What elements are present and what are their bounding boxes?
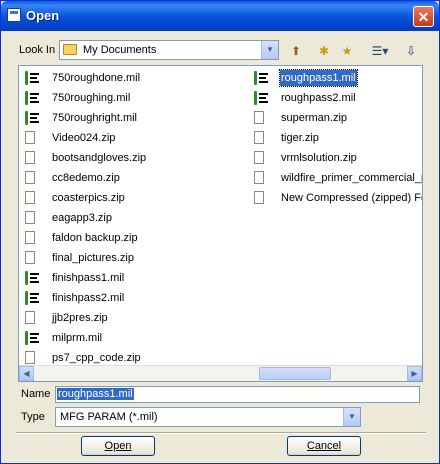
mil-file-icon — [22, 91, 40, 105]
file-name: jjb2pres.zip — [52, 312, 108, 324]
zip-file-icon — [22, 251, 40, 265]
file-name: bootsandgloves.zip — [52, 152, 147, 164]
zip-file-icon — [22, 171, 40, 185]
zip-file-icon — [22, 191, 40, 205]
mil-file-icon — [251, 91, 269, 105]
look-in-value: My Documents — [83, 44, 157, 56]
zip-file-icon — [22, 131, 40, 145]
chevron-down-icon[interactable]: ▼ — [343, 408, 360, 426]
title-bar[interactable]: Open ✕ — [1, 1, 439, 31]
window-title: Open — [26, 8, 60, 23]
file-name: ps7_cpp_code.zip — [52, 352, 141, 364]
mil-file-icon — [251, 71, 269, 85]
file-name: cc8edemo.zip — [52, 172, 120, 184]
zip-file-icon — [251, 111, 269, 125]
zip-file-icon — [251, 151, 269, 165]
divider — [16, 432, 426, 434]
view-menu-button[interactable]: ☰▾ — [367, 41, 393, 61]
file-type-select[interactable]: MFG PARAM (*.mil) ▼ — [55, 407, 361, 427]
mil-file-icon — [22, 291, 40, 305]
chevron-down-icon[interactable]: ▼ — [261, 41, 278, 59]
file-name: finishpass1.mil — [52, 272, 125, 284]
scroll-left-button[interactable]: ◀ — [19, 366, 34, 381]
file-name-input[interactable]: roughpass1.mil — [55, 386, 420, 403]
mil-file-icon — [22, 111, 40, 125]
zip-file-icon — [22, 211, 40, 225]
mil-file-icon — [22, 331, 40, 345]
scrollbar-thumb[interactable] — [259, 367, 331, 380]
tools-button[interactable]: ⇩ — [401, 41, 421, 61]
file-type-value: MFG PARAM (*.mil) — [60, 411, 158, 423]
scroll-right-button[interactable]: ▶ — [407, 366, 422, 381]
open-button[interactable]: Open — [81, 436, 155, 456]
zip-file-icon — [251, 171, 269, 185]
dialog-icon — [7, 8, 21, 22]
close-button[interactable]: ✕ — [413, 6, 434, 27]
file-name: eagapp3.zip — [52, 212, 112, 224]
horizontal-scrollbar[interactable]: ◀ ▶ — [19, 365, 422, 381]
file-name: milprm.mil — [52, 332, 103, 344]
file-name: tiger.zip — [281, 132, 319, 144]
zip-file-icon — [22, 351, 40, 365]
file-name: 750roughing.mil — [52, 92, 131, 104]
zip-file-icon — [22, 231, 40, 245]
file-name: Video024.zip — [52, 132, 116, 144]
up-folder-button[interactable]: ⬆ — [286, 41, 306, 61]
file-list[interactable]: 750roughdone.mil 750roughing.mil 750roughr… — [18, 65, 423, 382]
file-name: wildfire_primer_commercial_pa — [281, 172, 423, 184]
look-in-combobox[interactable]: My Documents ▼ — [59, 40, 279, 60]
file-name: roughpass2.mil — [281, 92, 356, 104]
file-name: 750roughdone.mil — [52, 72, 141, 84]
file-name-value: roughpass1.mil — [57, 388, 134, 400]
mil-file-icon — [22, 271, 40, 285]
file-name: superman.zip — [281, 112, 348, 124]
cancel-button-label: Cancel — [306, 440, 342, 452]
name-label: Name — [21, 388, 51, 400]
look-in-label: Look In — [19, 44, 56, 56]
zip-file-icon — [22, 151, 40, 165]
open-dialog: Open ✕ Look In My Documents ▼ ⬆ ✱ ★ ☰▾ ⇩… — [0, 0, 440, 464]
favorites-button[interactable]: ★ — [337, 41, 357, 61]
type-label: Type — [21, 411, 45, 423]
file-name: New Compressed (zipped) Fold — [281, 192, 423, 204]
file-name: final_pictures.zip — [52, 252, 134, 264]
zip-file-icon — [251, 131, 269, 145]
file-name: finishpass2.mil — [52, 292, 125, 304]
open-button-label: Open — [104, 440, 132, 452]
file-name: roughpass1.mil — [279, 69, 358, 87]
zip-file-icon — [251, 191, 269, 205]
cancel-button[interactable]: Cancel — [287, 436, 361, 456]
file-name: vrmlsolution.zip — [281, 152, 357, 164]
file-name: faldon backup.zip — [52, 232, 138, 244]
file-name: 750roughright.mil — [52, 112, 137, 124]
file-name: coasterpics.zip — [52, 192, 125, 204]
zip-file-icon — [22, 311, 40, 325]
new-folder-button[interactable]: ✱ — [314, 41, 334, 61]
mil-file-icon — [22, 71, 40, 85]
folder-icon — [63, 44, 77, 55]
